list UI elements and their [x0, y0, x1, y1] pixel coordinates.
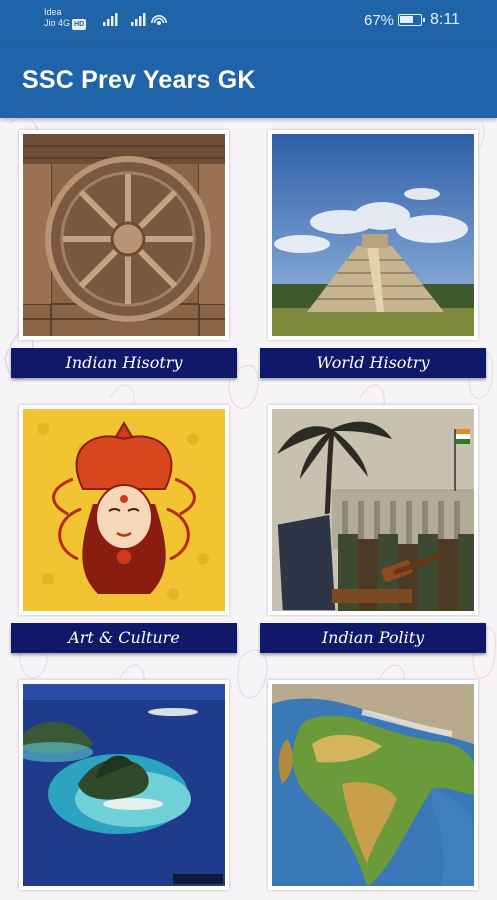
app-bar: SSC Prev Years GK — [0, 44, 497, 118]
category-label: Indian Hisotry — [11, 348, 237, 378]
wifi-hotspot-icon — [151, 15, 167, 25]
battery-percent: 67% — [364, 12, 395, 29]
pyramid-image — [268, 130, 478, 340]
battery-icon — [398, 14, 425, 26]
signal-icon — [131, 13, 146, 26]
signal-icon — [103, 13, 118, 26]
clock: 8:11 — [430, 11, 460, 28]
category-card-indian-history[interactable]: Indian Hisotry — [11, 120, 243, 378]
category-card-indian-polity[interactable]: Indian Polity — [260, 395, 492, 653]
volte-badge: HD — [72, 19, 87, 30]
goddess-art-image — [19, 405, 229, 615]
status-bar: Idea Jio 4G HD 67% 8:11 — [0, 0, 497, 44]
battery-fill — [400, 16, 413, 23]
category-card-art-culture[interactable]: Art & Culture — [11, 395, 243, 653]
parliament-law-books-image — [268, 405, 478, 615]
category-label: Art & Culture — [11, 623, 237, 653]
app-title: SSC Prev Years GK — [22, 66, 256, 94]
category-card-indian-geography[interactable] — [260, 670, 492, 900]
category-label: World Hisotry — [260, 348, 486, 378]
category-card-world-history[interactable]: World Hisotry — [260, 120, 492, 378]
category-card-geography[interactable] — [11, 670, 243, 900]
carrier-name-1: Idea — [44, 7, 62, 17]
carrier-info: Idea Jio 4G HD — [44, 7, 87, 30]
category-label: Indian Polity — [260, 623, 486, 653]
island-aerial-image — [19, 680, 229, 890]
carrier-name-2: Jio 4G — [44, 18, 71, 28]
konark-wheel-image — [19, 130, 229, 340]
india-map-image — [268, 680, 478, 890]
